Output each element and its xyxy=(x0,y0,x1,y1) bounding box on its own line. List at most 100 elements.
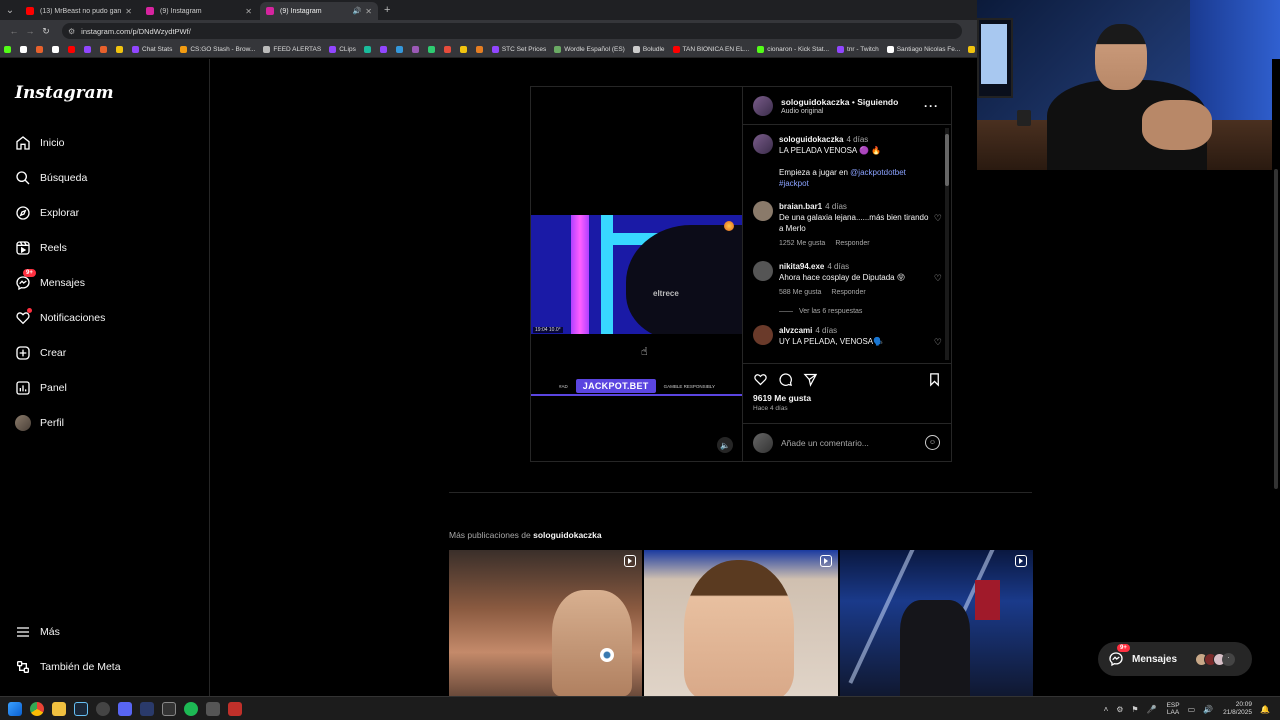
nav-perfil[interactable]: Perfil xyxy=(14,413,64,433)
commenter-avatar[interactable] xyxy=(753,201,773,221)
volume-icon[interactable]: 🔈 xyxy=(717,437,733,453)
commenter-avatar[interactable] xyxy=(753,325,773,345)
microphone-icon[interactable]: 🎤 xyxy=(1147,705,1157,714)
bookmark-item[interactable]: CLips xyxy=(329,46,356,53)
bookmark-item[interactable]: TAN BIONICA EN EL... xyxy=(672,46,749,53)
author-avatar[interactable] xyxy=(753,134,773,154)
instagram-logo[interactable]: Instagram xyxy=(15,83,114,103)
author-username[interactable]: sologuidokaczka xyxy=(781,97,850,107)
bookmark-item[interactable] xyxy=(411,46,422,53)
steam-icon[interactable] xyxy=(74,701,88,716)
tab-search-icon[interactable]: ⌄ xyxy=(0,0,20,20)
comments-scrollbar[interactable] xyxy=(945,128,949,360)
like-icon[interactable] xyxy=(753,372,768,387)
bookmark-item[interactable] xyxy=(459,46,470,53)
close-tab-icon[interactable]: ✕ xyxy=(365,7,372,16)
close-tab-icon[interactable]: ✕ xyxy=(125,7,132,16)
browser-tab-3-active[interactable]: (9) Instagram 🔊 ✕ xyxy=(260,2,378,20)
bookmark-item[interactable] xyxy=(100,46,110,53)
bookmark-item[interactable]: FEED ALERTAS xyxy=(263,46,321,53)
post-thumbnail[interactable] xyxy=(644,550,838,696)
bookmark-item[interactable]: tnr - Twitch xyxy=(837,46,879,53)
bookmark-item[interactable] xyxy=(363,46,374,53)
nav-notificaciones[interactable]: Notificaciones xyxy=(14,308,105,328)
notifications-icon[interactable]: 🔔 xyxy=(1260,705,1270,714)
volume-icon[interactable]: 🔊 xyxy=(1203,705,1213,714)
browser-tab-1[interactable]: (13) MrBeast no pudo ganarle ✕ xyxy=(20,2,138,20)
app-icon[interactable] xyxy=(140,701,154,716)
page-scrollbar[interactable] xyxy=(1272,59,1280,696)
back-icon[interactable]: ← xyxy=(6,26,22,36)
nav-mensajes[interactable]: 9+ Mensajes xyxy=(14,269,85,293)
forward-icon[interactable]: → xyxy=(22,26,38,36)
bookmark-item[interactable] xyxy=(443,46,454,53)
site-info-icon[interactable]: ⚙ xyxy=(68,27,75,36)
bookmark-item[interactable]: Wordle Español (ES) xyxy=(554,46,625,53)
audio-label[interactable]: Audio original xyxy=(781,108,898,115)
bookmark-item[interactable] xyxy=(84,46,94,53)
bookmark-item[interactable]: cionaron - Kick Stat... xyxy=(757,46,829,53)
comment-input[interactable]: Añade un comentario... xyxy=(781,438,925,448)
bookmark-icon[interactable] xyxy=(927,372,942,387)
app-icon[interactable] xyxy=(162,701,176,716)
like-count[interactable]: 9619 Me gusta xyxy=(753,393,942,403)
chrome-icon[interactable] xyxy=(30,701,44,716)
url-field[interactable]: ⚙ instagram.com/p/DNdWzydtPWf/ xyxy=(62,23,962,39)
language-indicator[interactable]: ESP LAA xyxy=(1167,702,1180,716)
bookmark-item[interactable]: Boludle xyxy=(632,46,665,53)
like-comment-icon[interactable]: ♡ xyxy=(934,273,942,284)
reply-button[interactable]: Responder xyxy=(835,240,869,247)
nav-tambien-de-meta[interactable]: También de Meta xyxy=(14,657,121,677)
bookmark-item[interactable] xyxy=(36,46,46,53)
file-explorer-icon[interactable] xyxy=(52,701,66,716)
nav-crear[interactable]: Crear xyxy=(14,343,66,363)
nav-inicio[interactable]: Inicio xyxy=(14,133,65,153)
like-comment-icon[interactable]: ♡ xyxy=(934,337,942,348)
reply-button[interactable]: Responder xyxy=(831,289,865,296)
comment-username[interactable]: nikita94.exe xyxy=(779,262,824,271)
discord-icon[interactable] xyxy=(118,701,132,716)
tray-app-icon[interactable]: ⚑ xyxy=(1131,705,1138,714)
commenter-avatar[interactable] xyxy=(753,261,773,281)
tray-app-icon[interactable]: ⚙ xyxy=(1116,705,1123,714)
app-icon[interactable] xyxy=(228,701,242,716)
reload-icon[interactable]: ↻ xyxy=(38,26,54,37)
share-icon[interactable] xyxy=(803,372,818,387)
close-tab-icon[interactable]: ✕ xyxy=(245,7,252,16)
nav-mas[interactable]: Más xyxy=(14,622,60,642)
bookmark-item[interactable] xyxy=(116,46,126,53)
new-tab-button[interactable]: + xyxy=(384,0,390,20)
bookmark-item[interactable] xyxy=(20,46,30,53)
emoji-icon[interactable]: ☺ xyxy=(925,435,940,450)
author-avatar[interactable] xyxy=(753,95,773,116)
bookmark-item[interactable] xyxy=(395,46,406,53)
post-thumbnail[interactable] xyxy=(449,550,643,696)
clock[interactable]: 20:09 21/8/2025 xyxy=(1223,701,1252,717)
chevron-up-icon[interactable]: ˄ xyxy=(1104,705,1109,714)
comment-icon[interactable] xyxy=(778,372,793,387)
comment-username[interactable]: braian.bar1 xyxy=(779,202,822,211)
post-thumbnail[interactable] xyxy=(839,550,1033,696)
bookmark-item[interactable] xyxy=(427,46,438,53)
like-comment-icon[interactable]: ♡ xyxy=(934,213,942,224)
app-icon[interactable] xyxy=(96,701,110,716)
speaker-icon[interactable]: 🔊 xyxy=(353,7,362,15)
caption-mention[interactable]: @jackpotdotbet xyxy=(850,168,906,177)
comment-likes[interactable]: 1252 Me gusta xyxy=(779,240,825,247)
caption-hashtag[interactable]: #jackpot xyxy=(779,178,929,189)
comment-username[interactable]: alvzcami xyxy=(779,326,812,335)
caption-username[interactable]: sologuidokaczka xyxy=(779,135,843,144)
more-options-icon[interactable]: ··· xyxy=(924,99,939,113)
bookmark-item[interactable]: Chat Stats xyxy=(132,46,172,53)
windows-start-icon[interactable] xyxy=(8,701,22,716)
bookmark-item[interactable]: STC Set Prices xyxy=(491,46,546,53)
following-label[interactable]: Siguiendo xyxy=(857,97,898,107)
bookmark-item[interactable] xyxy=(4,46,14,53)
view-replies-button[interactable]: Ver las 6 respuestas xyxy=(779,308,942,315)
bookmark-item[interactable] xyxy=(52,46,62,53)
browser-tab-2[interactable]: (9) Instagram ✕ xyxy=(140,2,258,20)
network-icon[interactable]: ▭ xyxy=(1188,705,1196,714)
reel-video[interactable]: eltrece 19:04 10.0° #AD JACKPOT.BET GAMB… xyxy=(531,87,742,461)
bookmark-item[interactable] xyxy=(475,46,486,53)
app-icon[interactable] xyxy=(206,701,220,716)
